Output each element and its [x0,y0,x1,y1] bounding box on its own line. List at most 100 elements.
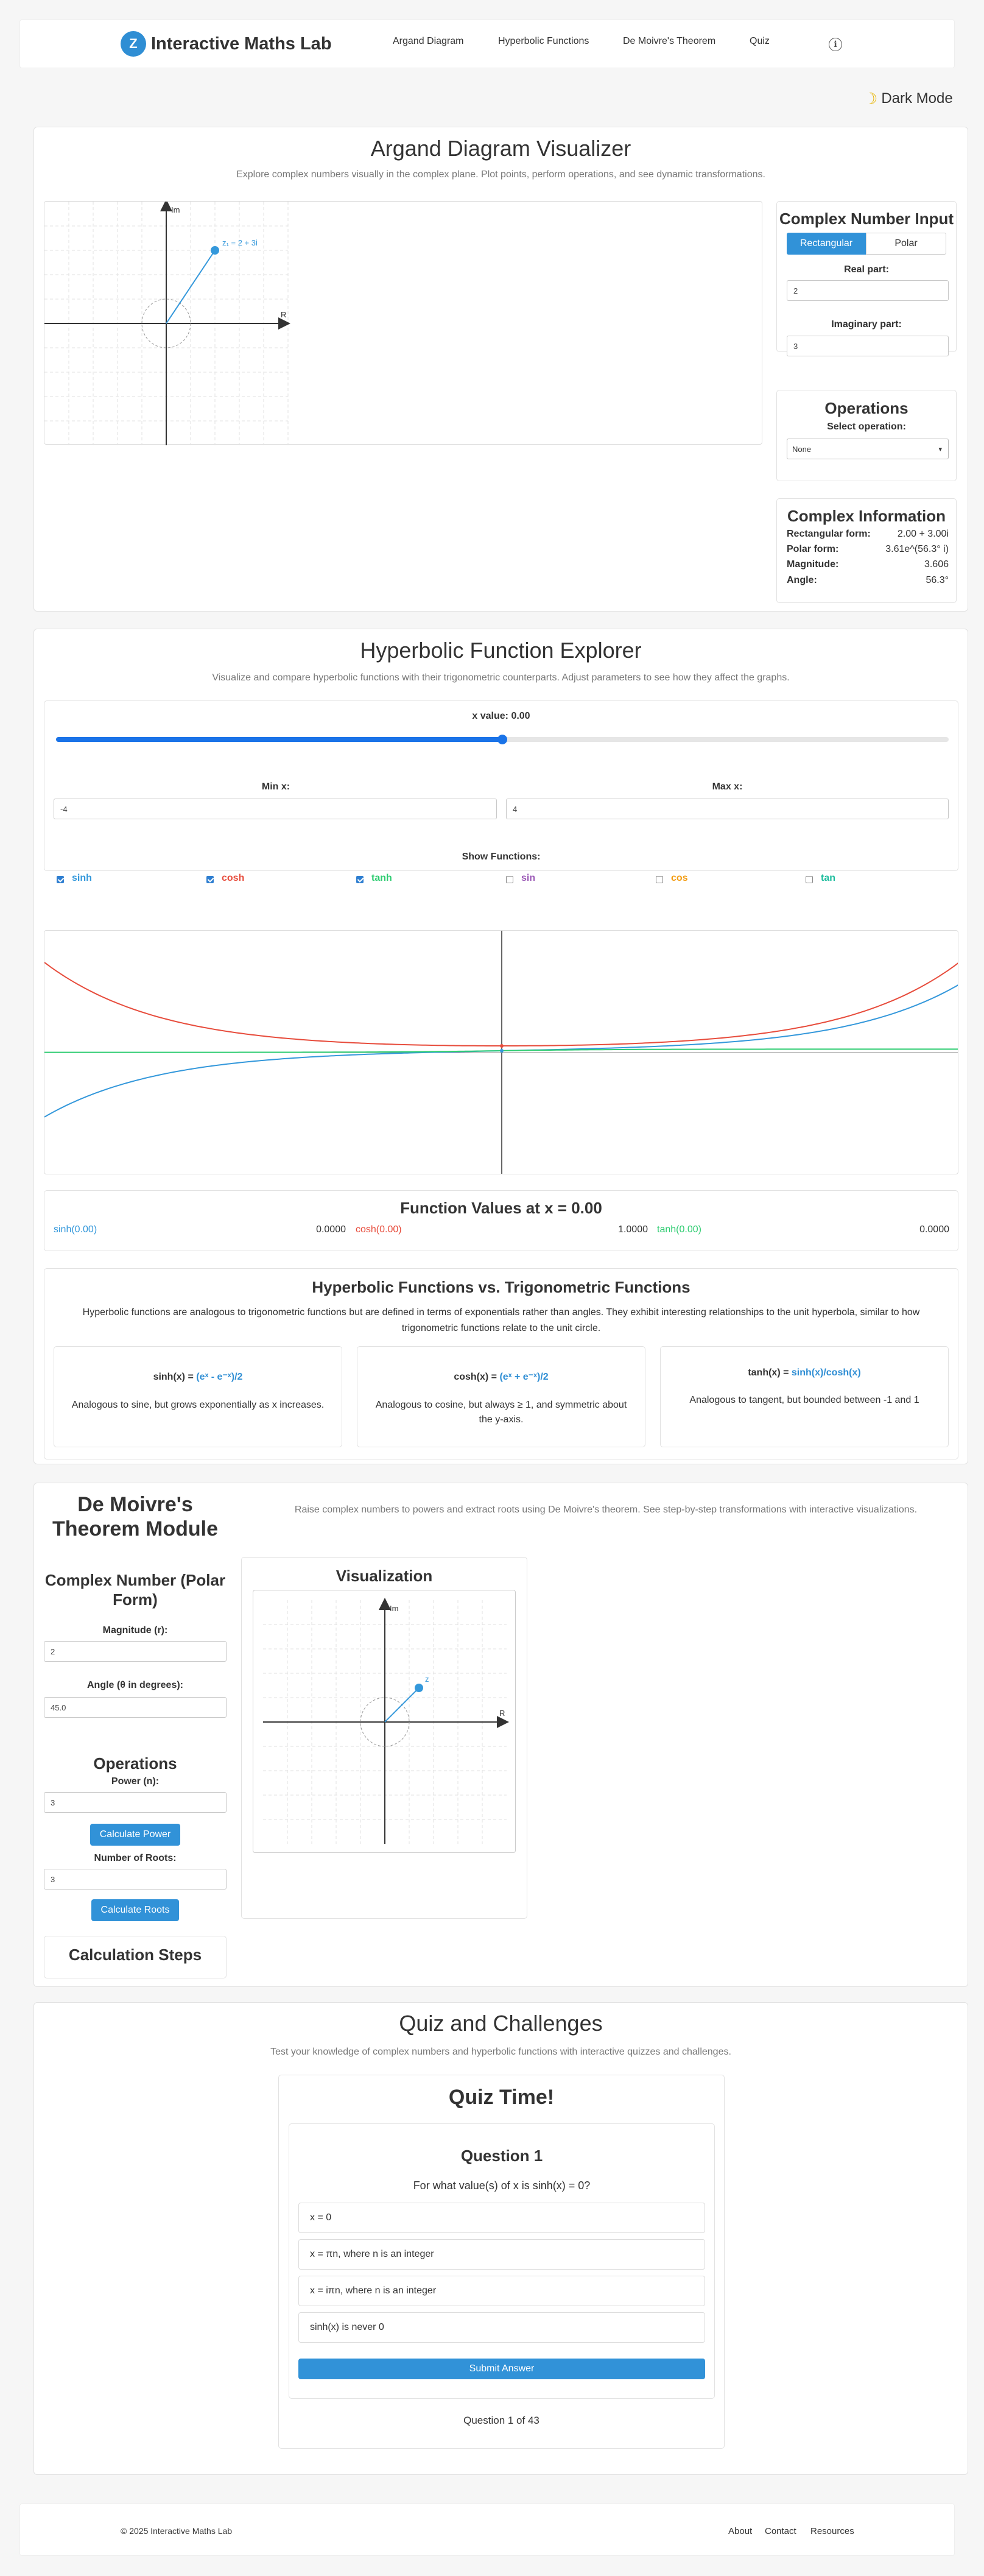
nav-link-demoivre[interactable]: De Moivre's Theorem [623,36,715,47]
label-cos: cos [671,873,688,883]
select-operation-label: Select operation: [827,422,906,432]
angle-label: Angle (θ in degrees): [87,1680,183,1690]
tab-polar[interactable]: Polar [866,233,946,255]
dark-mode-toggle[interactable]: ☽ Dark Mode [863,88,953,110]
calculate-power-button[interactable]: Calculate Power [90,1824,180,1846]
function-values-title: Function Values at x = 0.00 [400,1199,602,1217]
power-input[interactable] [44,1792,227,1813]
checkbox-cosh[interactable] [206,876,214,883]
sinh-description: Analogous to sine, but grows exponential… [71,1400,325,1410]
operation-select[interactable]: None ▾ [787,439,949,459]
info-row: Rectangular form: 2.00 + 3.00i [787,529,949,543]
question-text: For what value(s) of x is sinh(x) = 0? [413,2179,591,2192]
logo-badge[interactable]: Z [121,31,146,57]
imaginary-part-label: Imaginary part: [831,319,902,330]
quiz-option[interactable]: x = 0 [298,2203,705,2233]
function-value-number: 0.0000 [316,1224,346,1235]
footer-link-contact[interactable]: Contact [765,2526,796,2536]
tanh-formula: tanh(x) = sinh(x)/cosh(x) [660,1367,949,1378]
sinh-formula-rhs: (eˣ - e⁻ˣ)/2 [196,1372,243,1382]
complex-info-title: Complex Information [787,507,946,525]
checkbox-tanh[interactable] [356,876,364,883]
max-x-input[interactable] [506,799,949,819]
label-sin: sin [521,873,536,883]
tab-rectangular[interactable]: Rectangular [787,233,866,255]
function-value-number: 0.0000 [919,1224,949,1235]
brand-title[interactable]: Interactive Maths Lab [151,34,332,54]
info-row: Magnitude: 3.606 [787,559,949,574]
info-row: Angle: 56.3° [787,575,949,590]
footer-link-resources[interactable]: Resources [810,2526,854,2536]
quiz-section-subtitle: Test your knowledge of complex numbers a… [270,2047,731,2057]
real-part-input[interactable] [787,280,949,301]
x-slider-fill [56,737,502,742]
cosh-formula-lhs: cosh(x) = [454,1372,500,1382]
x-slider-thumb[interactable] [497,735,507,744]
visualization-title: Visualization [336,1567,433,1585]
argand-point[interactable] [211,246,219,255]
function-value-row: sinh(0.00) 0.0000 [54,1224,346,1235]
hyperbolic-plot [44,931,958,1174]
nav-link-argand[interactable]: Argand Diagram [393,36,464,47]
function-value-name: sinh(0.00) [54,1224,97,1235]
demoivre-operations-title: Operations [93,1754,177,1773]
demoivre-im-label: Im [390,1604,398,1613]
demoivre-re-label: R [499,1709,505,1718]
info-row: Polar form: 3.61e^(56.3° i) [787,544,949,559]
imaginary-part-input[interactable] [787,336,949,356]
demoivre-point[interactable] [415,1684,423,1692]
checkbox-tan[interactable] [806,876,813,883]
tanh-formula-lhs: tanh(x) = [748,1367,792,1378]
calculate-roots-button[interactable]: Calculate Roots [91,1899,179,1921]
info-key: Rectangular form: [787,529,871,539]
function-value-row: tanh(0.00) 0.0000 [657,1224,949,1235]
operation-select-value: None [792,444,812,454]
quiz-option[interactable]: sinh(x) is never 0 [298,2312,705,2343]
quiz-section-title: Quiz and Challenges [399,2011,603,2036]
argand-plot: R Im z₁ = 2 + 3i [44,199,290,445]
moon-icon: ☽ [863,89,878,108]
function-value-row: cosh(0.00) 1.0000 [356,1224,648,1235]
tanh-description: Analogous to tangent, but bounded betwee… [689,1395,919,1405]
nav-link-hyperbolic[interactable]: Hyperbolic Functions [498,36,589,47]
label-cosh: cosh [222,873,245,883]
cosh-formula: cosh(x) = (eˣ + e⁻ˣ)/2 [357,1371,645,1383]
quiz-option[interactable]: x = πn, where n is an integer [298,2239,705,2270]
info-key: Angle: [787,575,817,585]
function-value-number: 1.0000 [618,1224,648,1235]
hyperbolic-graph[interactable] [44,930,958,1174]
polar-form-title: Complex Number (Polar Form) [44,1571,226,1609]
magnitude-input[interactable] [44,1641,227,1662]
footer-link-about[interactable]: About [728,2526,752,2536]
function-value-name: cosh(0.00) [356,1224,402,1235]
quiz-option[interactable]: x = iπn, where n is an integer [298,2276,705,2306]
sinh-card [54,1346,342,1447]
hyperbolic-title: Hyperbolic Function Explorer [360,638,642,663]
sinh-formula: sinh(x) = (eˣ - e⁻ˣ)/2 [54,1371,342,1383]
nav-link-quiz[interactable]: Quiz [750,36,770,47]
min-x-input[interactable] [54,799,497,819]
submit-answer-button[interactable]: Submit Answer [298,2359,705,2379]
comparison-title: Hyperbolic Functions vs. Trigonometric F… [312,1278,691,1296]
calculation-steps-title: Calculation Steps [68,1946,202,1964]
chevron-down-icon: ▾ [938,445,942,453]
checkbox-sin[interactable] [506,876,513,883]
demoivre-canvas[interactable]: R Im z [253,1590,516,1853]
angle-input[interactable] [44,1697,227,1718]
demoivre-title: De Moivre's Theorem Module [52,1493,219,1540]
quiz-progress: Question 1 of 43 [463,2415,539,2426]
checkbox-cos[interactable] [656,876,663,883]
info-value: 3.606 [924,559,949,570]
info-icon[interactable]: i [829,38,842,51]
show-functions-label: Show Functions: [462,852,541,862]
sinh-formula-lhs: sinh(x) = [153,1372,197,1382]
argand-canvas[interactable]: R Im z₁ = 2 + 3i [44,199,762,445]
argand-im-label: Im [171,205,180,214]
footer-copyright: © 2025 Interactive Maths Lab [121,2526,233,2536]
info-key: Polar form: [787,544,839,554]
roots-input[interactable] [44,1869,227,1890]
checkbox-sinh[interactable] [57,876,64,883]
demoivre-subtitle: Raise complex numbers to powers and extr… [294,1505,918,1515]
cosh-card [357,1346,645,1447]
label-tanh: tanh [371,873,392,883]
